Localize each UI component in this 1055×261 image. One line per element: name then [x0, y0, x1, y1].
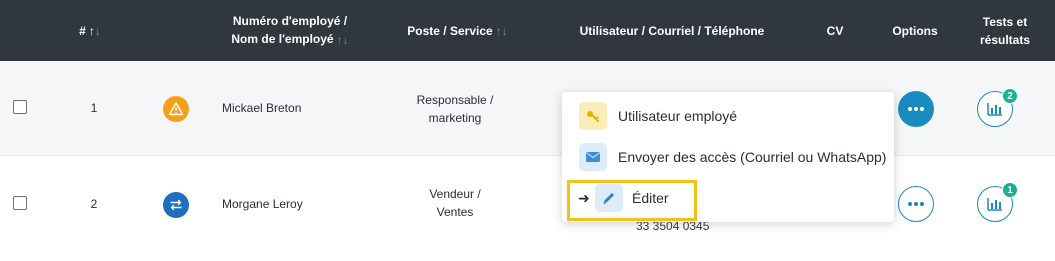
key-icon — [579, 102, 607, 130]
row-checkbox[interactable] — [13, 196, 27, 210]
header-tests: Tests et résultats — [970, 0, 1040, 61]
table-row: 2 Morgane Leroy Vendeur / Ventes 33 3504… — [0, 156, 1055, 261]
header-employee-line2: Nom de l'employé — [231, 32, 334, 47]
header-num-label: # — [79, 23, 86, 38]
more-dots-icon — [908, 202, 924, 206]
tests-count-badge: 2 — [1002, 88, 1018, 104]
header-tests-line2: résultats — [979, 32, 1031, 47]
header-contact-label: Utilisateur / Courriel / Téléphone — [579, 23, 765, 38]
employee-name: Morgane Leroy — [222, 197, 303, 211]
poste-line1: Responsable / — [416, 93, 494, 107]
sort-icon[interactable]: ↑↓ — [337, 31, 349, 49]
tests-count-badge: 1 — [1002, 182, 1018, 198]
employee-number: 1 — [90, 101, 98, 115]
options-button[interactable] — [898, 186, 934, 222]
table-header: # ↑↓ Numéro d'employé / Nom de l'employé… — [0, 0, 1055, 61]
email-icon — [579, 143, 607, 171]
header-num[interactable]: # ↑↓ — [68, 0, 112, 61]
poste-line2: marketing — [428, 111, 482, 125]
options-button[interactable] — [898, 91, 934, 127]
header-options: Options — [885, 0, 945, 61]
bar-chart-icon — [987, 198, 1002, 211]
header-poste[interactable]: Poste / Service ↑↓ — [400, 0, 515, 61]
more-dots-icon — [908, 107, 924, 111]
sort-icon[interactable]: ↑↓ — [89, 22, 101, 40]
header-cv: CV — [820, 0, 850, 61]
header-cv-label: CV — [826, 23, 844, 38]
header-employee[interactable]: Numéro d'employé / Nom de l'employé ↑↓ — [220, 0, 360, 61]
edit-highlight-frame — [567, 180, 697, 221]
poste-line1: Vendeur / — [429, 187, 481, 201]
employee-name: Mickael Breton — [222, 101, 302, 115]
header-tests-line1: Tests et — [982, 14, 1028, 29]
swap-arrows-icon — [163, 192, 189, 218]
sort-icon[interactable]: ↑↓ — [496, 22, 508, 40]
bar-chart-icon — [987, 103, 1002, 116]
menu-item-send-access[interactable]: Envoyer des accès (Courriel ou WhatsApp) — [562, 141, 894, 173]
header-employee-line1: Numéro d'employé / — [232, 14, 348, 29]
warning-icon — [163, 96, 189, 122]
poste-line2: Ventes — [436, 205, 474, 219]
menu-item-label: Utilisateur employé — [618, 108, 738, 124]
employee-number: 2 — [90, 197, 98, 211]
employee-poste: Vendeur / Ventes — [405, 185, 505, 221]
table-row: 1 Mickael Breton Responsable / marketing… — [0, 61, 1055, 156]
menu-item-employee-user[interactable]: Utilisateur employé — [562, 100, 894, 132]
menu-item-label: Envoyer des accès (Courriel ou WhatsApp) — [618, 149, 887, 165]
employee-poste: Responsable / marketing — [405, 91, 505, 127]
header-poste-label: Poste / Service — [407, 23, 493, 38]
header-contact: Utilisateur / Courriel / Téléphone — [572, 0, 772, 61]
row-checkbox[interactable] — [13, 100, 27, 114]
header-options-label: Options — [892, 23, 938, 38]
